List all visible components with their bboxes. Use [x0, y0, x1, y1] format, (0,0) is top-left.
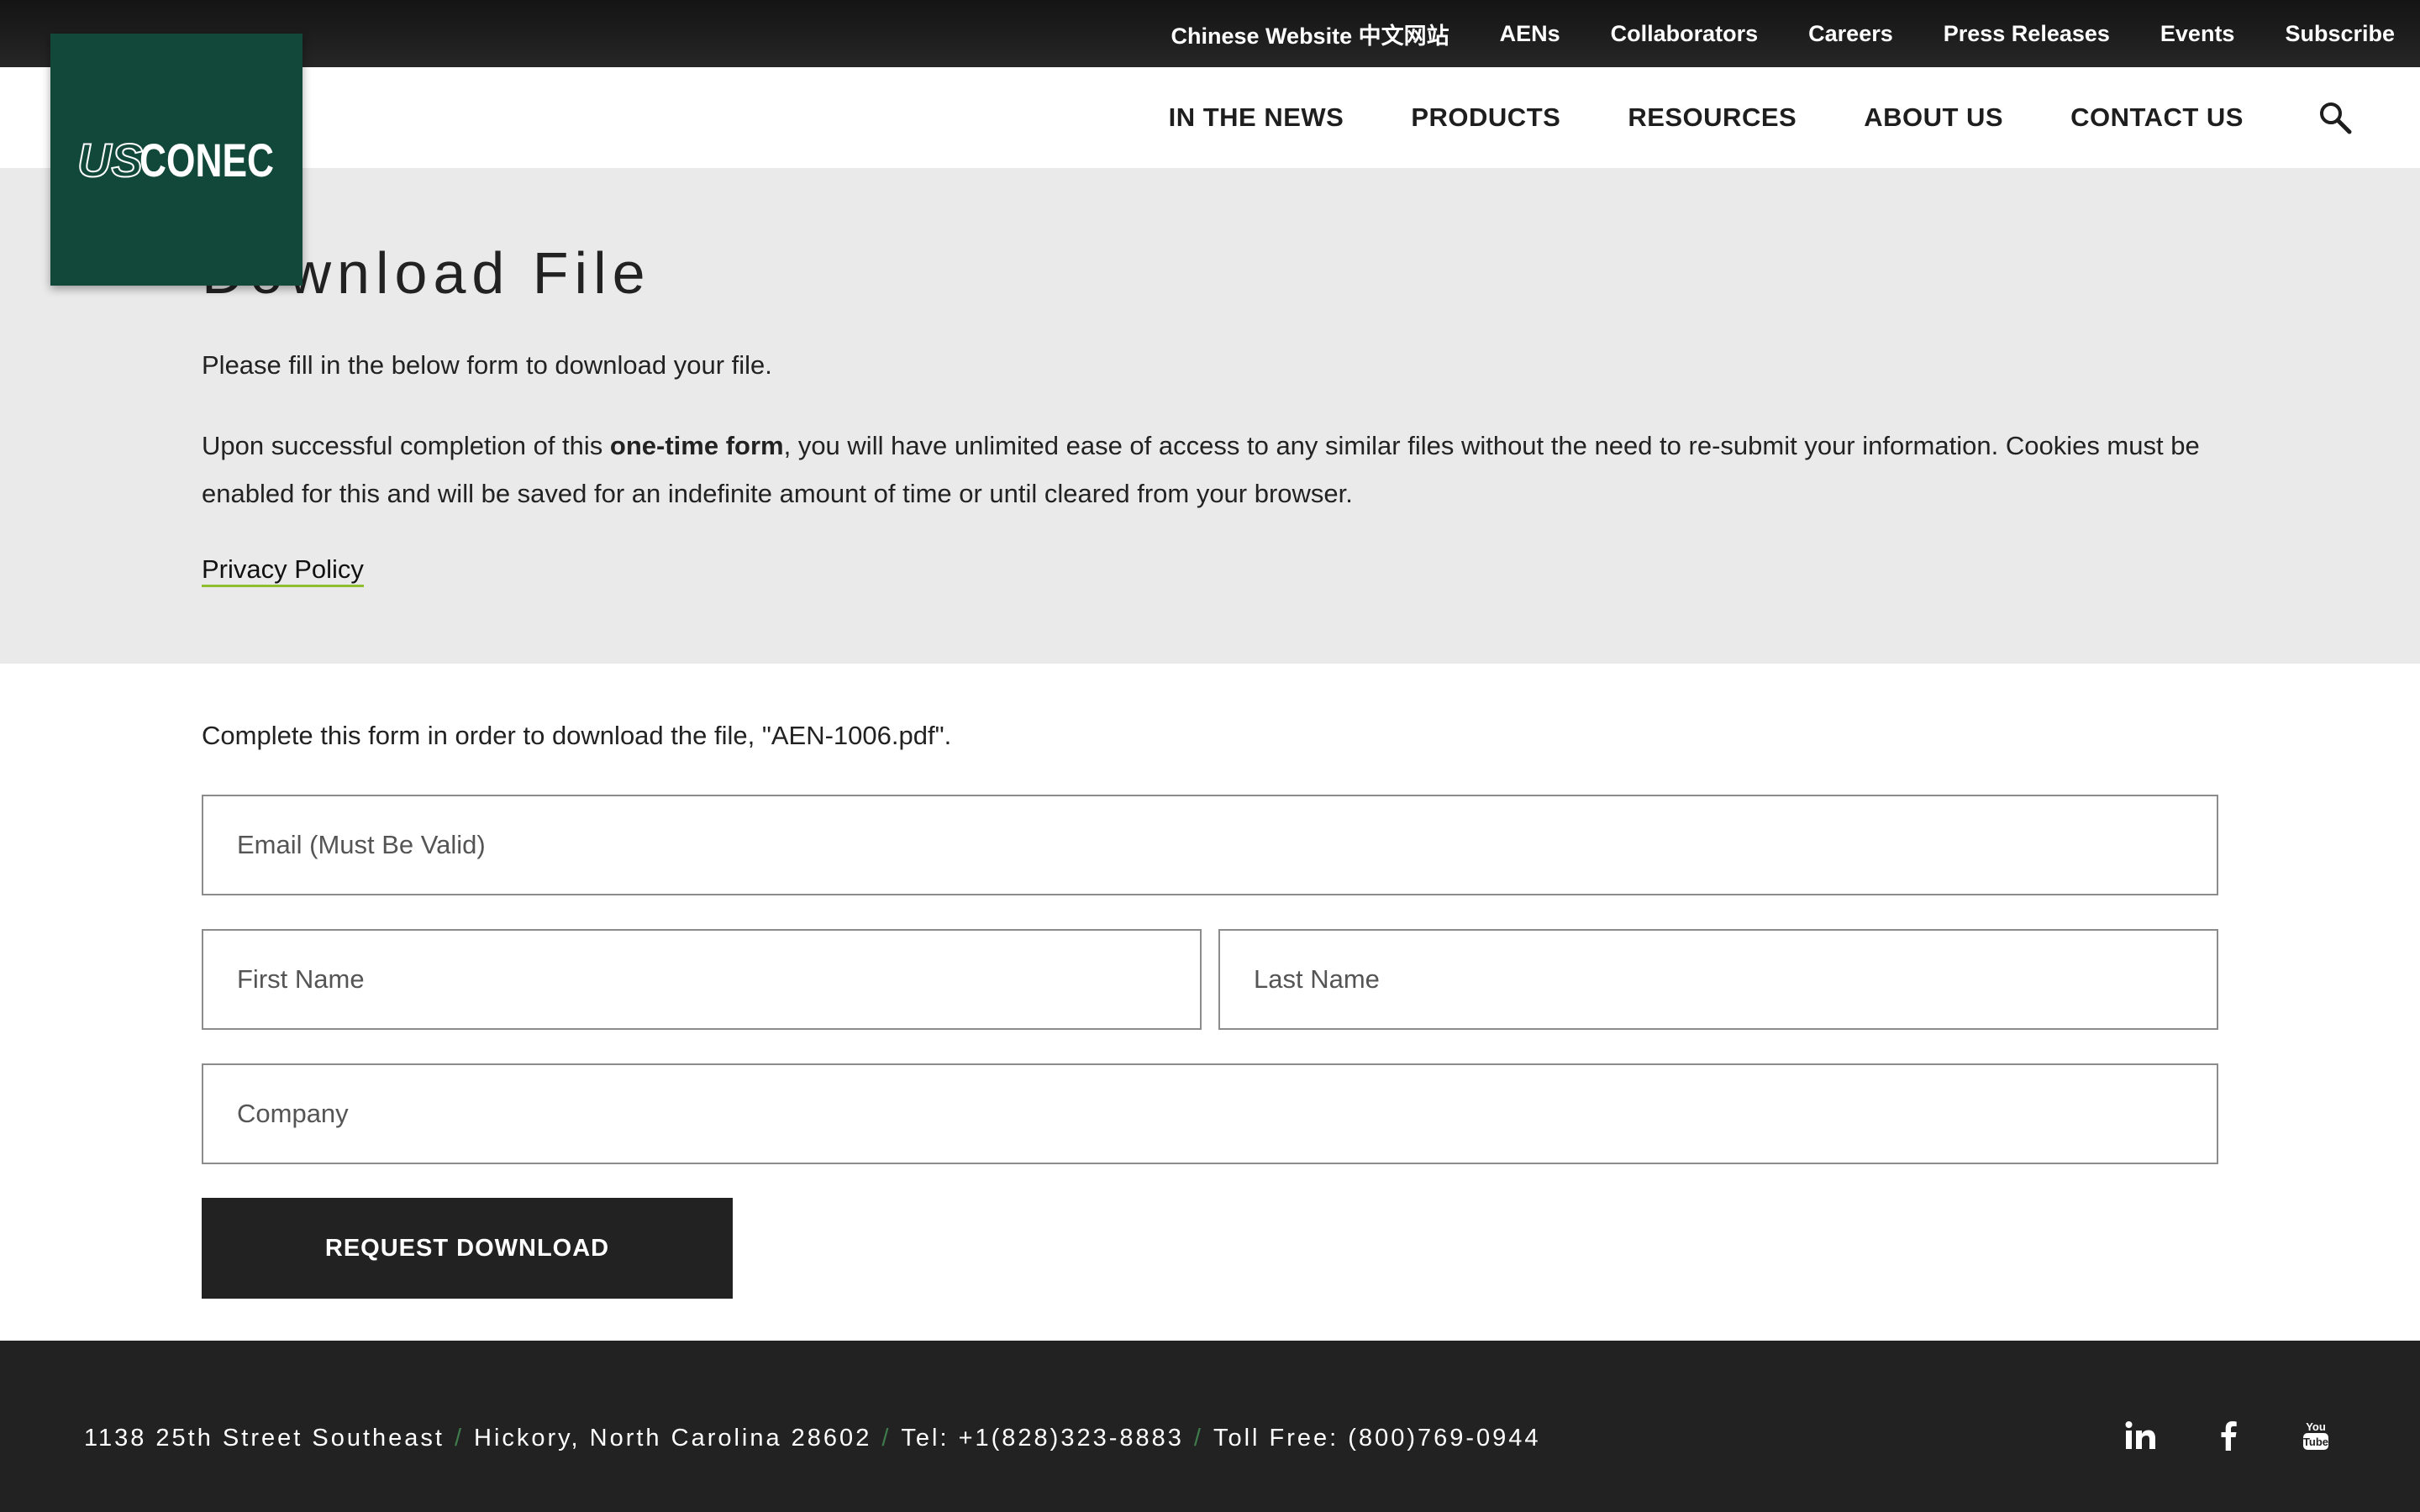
youtube-text-you: You — [2306, 1420, 2326, 1433]
notice-text-bold: one-time form — [609, 431, 784, 460]
youtube-text-tube: Tube — [2303, 1436, 2328, 1448]
address-city: Hickory, North Carolina 28602 — [474, 1425, 872, 1452]
footer-toll-free[interactable]: Toll Free: (800)769-0944 — [1213, 1425, 1541, 1452]
topbar-link-collaborators[interactable]: Collaborators — [1611, 21, 1759, 47]
intro-text: Please fill in the below form to downloa… — [202, 350, 772, 380]
hero-section: Download File Please fill in the below f… — [0, 168, 2420, 664]
logo-text-conec: CONEC — [139, 134, 274, 185]
topbar-link-press-releases[interactable]: Press Releases — [1944, 21, 2110, 47]
address-separator: / — [881, 1425, 892, 1452]
notice-text-pre: Upon successful completion of this — [202, 431, 610, 460]
nav-item-products[interactable]: PRODUCTS — [1411, 102, 1560, 133]
linkedin-icon[interactable] — [2121, 1416, 2160, 1455]
address-separator: / — [1193, 1425, 1203, 1452]
notice-text: Upon successful completion of this one-t… — [202, 422, 2202, 517]
topbar-link-aens[interactable]: AENs — [1500, 21, 1560, 47]
address-street: 1138 25th Street Southeast — [84, 1425, 445, 1452]
search-icon[interactable] — [2317, 100, 2353, 135]
main-nav: IN THE NEWS PRODUCTS RESOURCES ABOUT US … — [0, 67, 2420, 168]
form-intro-text: Complete this form in order to download … — [202, 721, 952, 750]
nav-item-resources[interactable]: RESOURCES — [1628, 102, 1797, 133]
topbar-link-events[interactable]: Events — [2160, 21, 2235, 47]
logo-text-us: US — [77, 134, 143, 185]
address-separator: / — [454, 1425, 465, 1452]
first-name-field[interactable] — [202, 929, 1202, 1030]
privacy-policy-link[interactable]: Privacy Policy — [202, 554, 364, 587]
nav-item-about-us[interactable]: ABOUT US — [1864, 102, 2003, 133]
topbar-link-chinese-website[interactable]: Chinese Website 中文网站 — [1171, 18, 1449, 50]
usconec-logo[interactable]: US CONEC — [50, 34, 302, 286]
footer: 1138 25th Street Southeast / Hickory, Nort… — [0, 1341, 2420, 1512]
footer-tel[interactable]: Tel: +1(828)323-8883 — [901, 1425, 1184, 1452]
topbar-link-subscribe[interactable]: Subscribe — [2285, 21, 2395, 47]
company-field[interactable] — [202, 1063, 2218, 1164]
nav-item-contact-us[interactable]: CONTACT US — [2070, 102, 2244, 133]
youtube-icon[interactable]: You Tube — [2296, 1416, 2335, 1455]
email-field[interactable] — [202, 795, 2218, 895]
utility-bar: Chinese Website 中文网站 AENs Collaborators … — [0, 0, 2420, 67]
facebook-icon[interactable] — [2210, 1416, 2249, 1455]
request-download-button[interactable]: REQUEST DOWNLOAD — [202, 1198, 733, 1299]
nav-item-in-the-news[interactable]: IN THE NEWS — [1169, 102, 1344, 133]
last-name-field[interactable] — [1218, 929, 2218, 1030]
topbar-link-careers[interactable]: Careers — [1808, 21, 1893, 47]
footer-address: 1138 25th Street Southeast / Hickory, Nort… — [84, 1425, 1541, 1452]
